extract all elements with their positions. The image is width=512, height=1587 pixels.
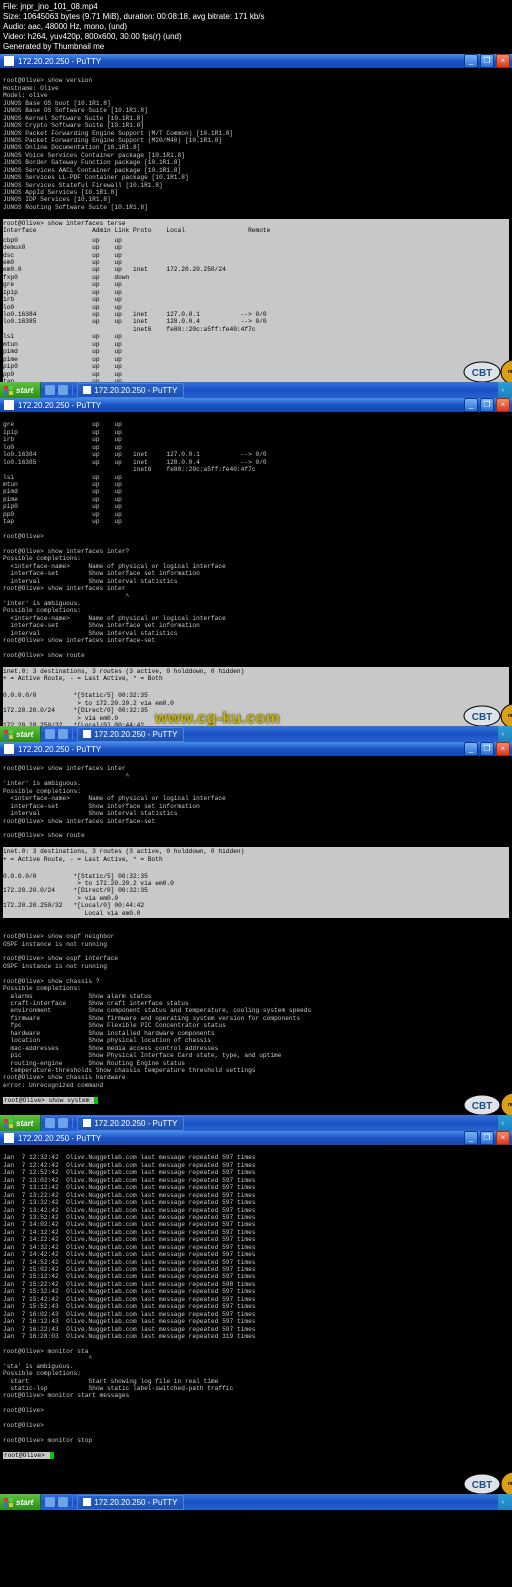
meta-file: File: jnpr_jno_101_08.mp4 [3,2,509,12]
start-button[interactable]: start [0,1494,41,1510]
cursor [94,1097,98,1104]
svg-text:nuggets: nuggets [508,1102,512,1108]
taskbar-app-putty[interactable]: 172.20.20.250 - PuTTY [77,383,183,398]
system-tray[interactable] [498,1494,512,1510]
terminal-pane[interactable]: root@Olive> show version Hostname: Olive… [0,68,512,382]
terminal-pane[interactable]: Jan 7 12:32:42 Olive.Nuggetlab.com last … [0,1145,512,1494]
thumbnail-tile-3: 172.20.20.250 - PuTTY _ ❐ × root@Olive> … [0,742,512,1131]
meta-generated: Generated by Thumbnail me [3,42,509,52]
system-tray[interactable] [498,382,512,398]
meta-audio: Audio: aac, 48000 Hz, mono, (und) [3,22,509,32]
term-body-1: root@Olive> show interfaces inter ^ 'int… [3,765,226,839]
taskbar[interactable]: start 172.20.20.250 - PuTTY [0,1115,512,1131]
quick-launch[interactable] [41,385,73,395]
close-button[interactable]: × [496,54,510,68]
svg-text:CBT: CBT [472,1101,493,1112]
term-route-body: 0.0.0.0/0 *[Static/5] 00:32:35 > to 172.… [3,684,509,726]
term-body-1: gre up up ipip up up irb up up lo0 up up… [3,421,267,659]
putty-icon [4,744,14,754]
window-title-bar[interactable]: 172.20.20.250 - PuTTY _ ❐ × [0,54,512,68]
taskbar[interactable]: start 172.20.20.250 - PuTTY [0,1494,512,1510]
term-route-body: 0.0.0.0/0 *[Static/5] 00:32:35 > to 172.… [3,864,509,918]
quick-launch[interactable] [41,1118,73,1128]
svg-text:nuggets: nuggets [508,1481,512,1487]
minimize-button[interactable]: _ [464,398,478,412]
term-route-header: inet.0: 3 destinations, 3 routes (3 acti… [3,847,509,864]
show-desktop-icon[interactable] [45,1118,55,1128]
term-version-output: root@Olive> show version Hostname: Olive… [3,77,233,210]
term-interfaces-body: cbp0 up up demux0 up up dsc up up em0 up… [3,236,509,382]
minimize-button[interactable]: _ [464,1131,478,1145]
minimize-button[interactable]: _ [464,54,478,68]
close-button[interactable]: × [496,1131,510,1145]
term-body-2: root@Olive> show ospf neighbor OSPF inst… [3,933,311,1089]
putty-icon [4,400,14,410]
ie-icon[interactable] [58,729,68,739]
thumbnail-tile-4: 172.20.20.250 - PuTTY _ ❐ × Jan 7 12:32:… [0,1131,512,1510]
cbt-nuggets-logo: CBTnuggets [438,1464,506,1490]
window-title-bar[interactable]: 172.20.20.250 - PuTTY _ ❐ × [0,742,512,756]
maximize-button[interactable]: ❐ [480,1131,494,1145]
close-button[interactable]: × [496,398,510,412]
taskbar-app-putty[interactable]: 172.20.20.250 - PuTTY [77,727,183,742]
term-log-body: Jan 7 12:32:42 Olive.Nuggetlab.com last … [3,1154,256,1444]
meta-size: Size: 10645063 bytes (9.71 MiB), duratio… [3,12,509,22]
meta-video: Video: h264, yuv420p, 800x600, 30.00 fps… [3,32,509,42]
window-title: 172.20.20.250 - PuTTY [18,57,464,66]
term-prompt: root@Olive> [3,1452,50,1459]
taskbar-app-putty[interactable]: 172.20.20.250 - PuTTY [77,1495,183,1510]
ie-icon[interactable] [58,1118,68,1128]
taskbar[interactable]: start 172.20.20.250 - PuTTY [0,726,512,742]
svg-text:CBT: CBT [472,1480,493,1491]
media-info-header: File: jnpr_jno_101_08.mp4 Size: 10645063… [0,0,512,54]
system-tray[interactable] [498,1115,512,1131]
start-button[interactable]: start [0,382,41,398]
show-desktop-icon[interactable] [45,1497,55,1507]
quick-launch[interactable] [41,1497,73,1507]
ie-icon[interactable] [58,385,68,395]
thumbnail-tile-2: 172.20.20.250 - PuTTY _ ❐ × gre up up ip… [0,398,512,742]
maximize-button[interactable]: ❐ [480,54,494,68]
cbt-nuggets-logo: CBTnuggets [438,1085,506,1111]
window-title-bar[interactable]: 172.20.20.250 - PuTTY _ ❐ × [0,1131,512,1145]
putty-icon [4,56,14,66]
term-prompt: root@Olive> show system [3,1097,94,1104]
system-tray[interactable] [498,726,512,742]
ie-icon[interactable] [58,1497,68,1507]
window-title-bar[interactable]: 172.20.20.250 - PuTTY _ ❐ × [0,398,512,412]
cursor [50,1452,54,1459]
window-title: 172.20.20.250 - PuTTY [18,401,464,410]
thumbnail-tile-1: 172.20.20.250 - PuTTY _ ❐ × root@Olive> … [0,54,512,398]
minimize-button[interactable]: _ [464,742,478,756]
maximize-button[interactable]: ❐ [480,398,494,412]
terminal-pane[interactable]: root@Olive> show interfaces inter ^ 'int… [0,756,512,1115]
maximize-button[interactable]: ❐ [480,742,494,756]
quick-launch[interactable] [41,729,73,739]
term-interfaces-header: root@Olive> show interfaces terse Interf… [3,219,509,236]
term-route-header: inet.0: 3 destinations, 3 routes (3 acti… [3,667,509,684]
close-button[interactable]: × [496,742,510,756]
putty-icon [4,1133,14,1143]
terminal-pane[interactable]: gre up up ipip up up irb up up lo0 up up… [0,412,512,726]
taskbar-app-putty[interactable]: 172.20.20.250 - PuTTY [77,1116,183,1131]
window-title: 172.20.20.250 - PuTTY [18,745,464,754]
window-title: 172.20.20.250 - PuTTY [18,1134,464,1143]
show-desktop-icon[interactable] [45,729,55,739]
taskbar[interactable]: start 172.20.20.250 - PuTTY [0,382,512,398]
show-desktop-icon[interactable] [45,385,55,395]
start-button[interactable]: start [0,726,41,742]
start-button[interactable]: start [0,1115,41,1131]
